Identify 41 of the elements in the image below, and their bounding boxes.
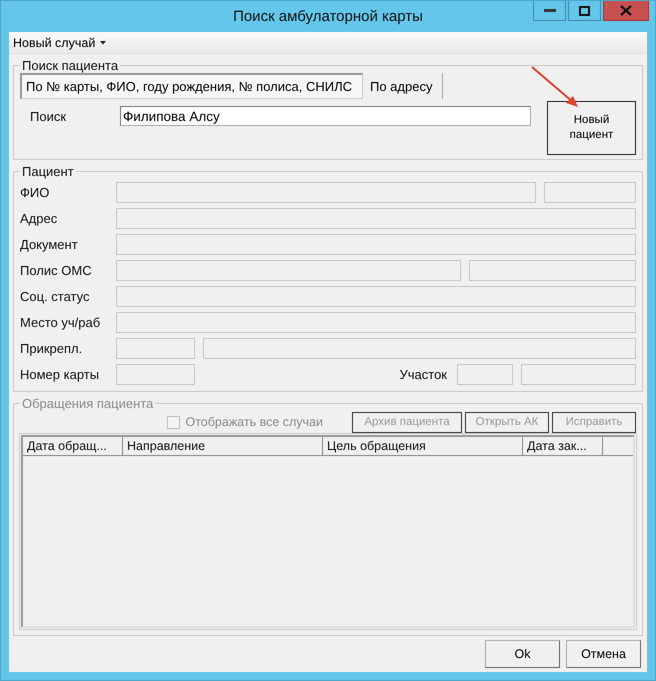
input-field[interactable] bbox=[116, 260, 461, 280]
field-label: ФИО bbox=[20, 184, 50, 200]
close-icon bbox=[620, 5, 632, 16]
input-field[interactable] bbox=[116, 338, 195, 358]
new-patient-button[interactable]: Новый пациент bbox=[547, 101, 636, 155]
maximize-button[interactable] bbox=[568, 1, 601, 21]
field-label: Прикрепл. bbox=[20, 340, 84, 356]
group-title: Обращения пациента bbox=[21, 396, 154, 411]
menu-item[interactable]: Новый случай bbox=[9, 36, 110, 50]
field-label: Место уч/раб bbox=[20, 314, 102, 330]
input-field[interactable] bbox=[116, 208, 636, 228]
window-title: Поиск амбулаторной карты bbox=[233, 7, 423, 27]
group-title: Пациент bbox=[21, 164, 75, 179]
field-label: Соц. статус bbox=[20, 288, 90, 304]
field-label: Поиск bbox=[30, 108, 68, 124]
input-field[interactable] bbox=[116, 286, 636, 306]
input-field[interactable] bbox=[116, 364, 195, 384]
checkbox-label: Отображать все случаи bbox=[186, 415, 323, 429]
close-button[interactable] bbox=[603, 1, 649, 21]
field-label: Полис ОМС bbox=[20, 262, 93, 278]
input-field[interactable] bbox=[521, 364, 636, 384]
input-field[interactable] bbox=[469, 260, 636, 280]
input-field[interactable] bbox=[116, 182, 536, 202]
minimize-icon bbox=[544, 8, 556, 12]
field-label: Номер карты bbox=[20, 366, 100, 382]
input-field[interactable] bbox=[116, 234, 636, 254]
input-field[interactable] bbox=[116, 312, 636, 332]
input-field[interactable] bbox=[457, 364, 513, 384]
group-title: Поиск пациента bbox=[21, 58, 120, 73]
maximize-icon bbox=[579, 6, 590, 16]
field-label: Адрес bbox=[20, 210, 58, 226]
input-field[interactable] bbox=[544, 182, 636, 202]
field-label: Участок bbox=[400, 366, 447, 382]
minimize-button[interactable] bbox=[533, 1, 566, 21]
cancel-button[interactable]: Отмена bbox=[566, 640, 641, 668]
ok-button[interactable]: Ok bbox=[485, 640, 560, 668]
search-tab[interactable]: По № карты, ФИО, году рождения, № полиса, СНИЛС bbox=[20, 73, 363, 99]
search-field[interactable]: Филипова Алсу bbox=[120, 106, 531, 126]
annotation-arrow bbox=[530, 65, 580, 109]
input-field[interactable] bbox=[203, 338, 636, 358]
field-label: Документ bbox=[20, 236, 79, 252]
